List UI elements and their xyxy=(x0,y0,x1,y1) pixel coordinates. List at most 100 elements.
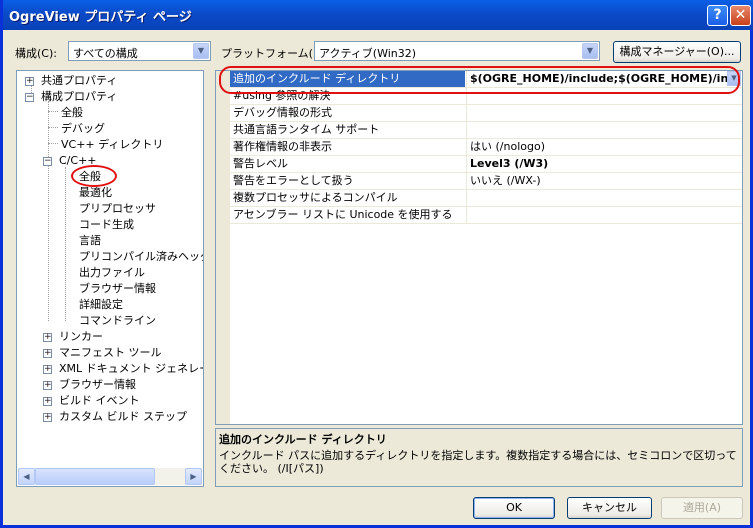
window-title: OgreView プロパティ ページ xyxy=(9,10,192,25)
properties-dialog: OgreView プロパティ ページ ? ✕ 構成(C): すべての構成 ▼ プ… xyxy=(0,0,753,528)
scroll-left-icon[interactable]: ◀ xyxy=(18,468,35,485)
tree-item-pch[interactable]: プリコンパイル済みヘッダー xyxy=(79,249,203,265)
column-divider[interactable] xyxy=(466,190,467,206)
tree-line xyxy=(48,143,58,144)
grid-row[interactable]: 複数プロセッサによるコンパイル xyxy=(230,190,742,207)
tree-item-cmdline[interactable]: コマンドライン xyxy=(79,313,156,329)
platform-value: アクティブ(Win32) xyxy=(319,47,417,60)
tree-horizontal-scrollbar[interactable]: ◀ ▶ xyxy=(18,468,202,485)
property-name: 複数プロセッサによるコンパイル xyxy=(233,191,398,204)
description-title: 追加のインクルード ディレクトリ xyxy=(219,433,387,446)
tree-line xyxy=(48,111,58,112)
expand-icon[interactable]: + xyxy=(43,365,52,374)
property-name: 警告をエラーとして扱う xyxy=(233,174,354,187)
tree-item-build-events[interactable]: + ビルド イベント xyxy=(43,393,140,409)
scroll-thumb[interactable] xyxy=(35,468,155,485)
tree-item-general[interactable]: 全般 xyxy=(61,105,83,121)
tree-item-advanced[interactable]: 詳細設定 xyxy=(79,297,123,313)
config-dropdown[interactable]: すべての構成 ▼ xyxy=(68,41,211,61)
grid-row[interactable]: 著作権情報の非表示 はい (/nologo) xyxy=(230,139,742,156)
chevron-down-icon[interactable]: ▼ xyxy=(193,43,209,59)
grid-row[interactable]: 警告レベル Level3 (/W3) xyxy=(230,156,742,173)
description-panel: 追加のインクルード ディレクトリ インクルード パスに追加するディレクトリを指定… xyxy=(215,428,743,487)
grid-row[interactable]: アセンブラー リストに Unicode を使用する xyxy=(230,207,742,224)
platform-dropdown[interactable]: アクティブ(Win32) ▼ xyxy=(314,41,600,61)
property-value[interactable] xyxy=(470,88,740,104)
config-value: すべての構成 xyxy=(73,47,138,60)
collapse-icon[interactable]: − xyxy=(43,157,52,166)
grid-row[interactable]: 共通言語ランタイム サポート xyxy=(230,122,742,139)
expand-icon[interactable]: + xyxy=(25,77,34,86)
scroll-right-icon[interactable]: ▶ xyxy=(185,468,202,485)
expand-icon[interactable]: + xyxy=(43,397,52,406)
expand-icon[interactable]: + xyxy=(43,381,52,390)
property-value[interactable]: いいえ (/WX-) xyxy=(470,173,740,189)
tree-item-xml-doc[interactable]: + XML ドキュメント ジェネレーター xyxy=(43,361,203,377)
apply-button[interactable]: 適用(A) xyxy=(661,497,743,519)
column-divider[interactable] xyxy=(466,139,467,155)
tree-line xyxy=(48,101,49,321)
title-bar[interactable]: OgreView プロパティ ページ ? ✕ xyxy=(3,0,753,30)
help-button[interactable]: ? xyxy=(707,5,728,26)
close-button[interactable]: ✕ xyxy=(730,5,751,26)
grid-row[interactable]: デバッグ情報の形式 xyxy=(230,105,742,122)
property-value[interactable] xyxy=(470,207,740,223)
tree-item-browse-info[interactable]: ブラウザー情報 xyxy=(79,281,156,297)
config-manager-button[interactable]: 構成マネージャー(O)... xyxy=(613,41,741,63)
property-name: 著作権情報の非表示 xyxy=(233,140,332,153)
property-value[interactable]: $(OGRE_HOME)/include;$(OGRE_HOME)/includ… xyxy=(470,71,740,87)
property-value[interactable]: Level3 (/W3) xyxy=(470,156,740,172)
cancel-button[interactable]: キャンセル xyxy=(567,497,652,519)
expand-icon[interactable]: + xyxy=(43,333,52,342)
column-divider[interactable] xyxy=(466,207,467,223)
tree-item-cpp-general[interactable]: 全般 xyxy=(79,169,101,185)
tree-item-vc-dirs[interactable]: VC++ ディレクトリ xyxy=(61,137,163,153)
tree-item-common[interactable]: + 共通プロパティ xyxy=(25,73,117,89)
property-tree[interactable]: + 共通プロパティ − 構成プロパティ 全般 デバッグ VC++ ディレクトリ … xyxy=(16,70,204,487)
column-divider[interactable] xyxy=(466,173,467,189)
property-name: 追加のインクルード ディレクトリ xyxy=(230,71,465,87)
description-text: インクルード パスに追加するディレクトリを指定します。複数指定する場合には、セミ… xyxy=(219,449,737,475)
tree-item-browse-info-2[interactable]: + ブラウザー情報 xyxy=(43,377,136,393)
chevron-down-icon[interactable]: ▼ xyxy=(582,43,598,59)
property-name: #using 参照の解決 xyxy=(233,89,331,102)
platform-label: プラットフォーム(P): xyxy=(221,47,328,60)
property-value[interactable] xyxy=(470,190,740,206)
tree-item-linker[interactable]: + リンカー xyxy=(43,329,103,345)
property-name: 共通言語ランタイム サポート xyxy=(233,123,380,136)
collapse-icon[interactable]: − xyxy=(25,93,34,102)
property-grid[interactable]: 追加のインクルード ディレクトリ $(OGRE_HOME)/include;$(O… xyxy=(215,70,743,425)
tree-item-debug[interactable]: デバッグ xyxy=(61,121,105,137)
tree-item-optimization[interactable]: 最適化 xyxy=(79,185,112,201)
property-value[interactable]: はい (/nologo) xyxy=(470,139,740,155)
property-value[interactable] xyxy=(470,122,740,138)
property-name: 警告レベル xyxy=(233,157,288,170)
tree-line xyxy=(65,167,66,321)
grid-row[interactable]: 警告をエラーとして扱う いいえ (/WX-) xyxy=(230,173,742,190)
property-name: アセンブラー リストに Unicode を使用する xyxy=(233,208,453,221)
config-label: 構成(C): xyxy=(15,47,57,60)
chevron-down-icon[interactable]: ▼ xyxy=(727,71,741,86)
tree-line xyxy=(48,127,58,128)
tree-item-language[interactable]: 言語 xyxy=(79,233,101,249)
grid-margin xyxy=(216,71,230,424)
column-divider[interactable] xyxy=(466,88,467,104)
tree-item-custom-build[interactable]: + カスタム ビルド ステップ xyxy=(43,409,187,425)
property-name: デバッグ情報の形式 xyxy=(233,106,332,119)
tree-item-manifest[interactable]: + マニフェスト ツール xyxy=(43,345,162,361)
tree-item-config-props[interactable]: − 構成プロパティ xyxy=(25,89,117,105)
expand-icon[interactable]: + xyxy=(43,413,52,422)
column-divider[interactable] xyxy=(466,105,467,121)
expand-icon[interactable]: + xyxy=(43,349,52,358)
tree-item-code-gen[interactable]: コード生成 xyxy=(79,217,134,233)
grid-row[interactable]: #using 参照の解決 xyxy=(230,88,742,105)
column-divider[interactable] xyxy=(466,122,467,138)
property-value[interactable] xyxy=(470,105,740,121)
ok-button[interactable]: OK xyxy=(473,497,555,519)
column-divider[interactable] xyxy=(466,156,467,172)
tree-item-cpp[interactable]: − C/C++ xyxy=(43,153,97,169)
grid-row[interactable]: 追加のインクルード ディレクトリ $(OGRE_HOME)/include;$(O… xyxy=(230,71,742,88)
tree-item-output-files[interactable]: 出力ファイル xyxy=(79,265,145,281)
column-divider[interactable] xyxy=(466,71,467,87)
tree-item-preprocessor[interactable]: プリプロセッサ xyxy=(79,201,156,217)
